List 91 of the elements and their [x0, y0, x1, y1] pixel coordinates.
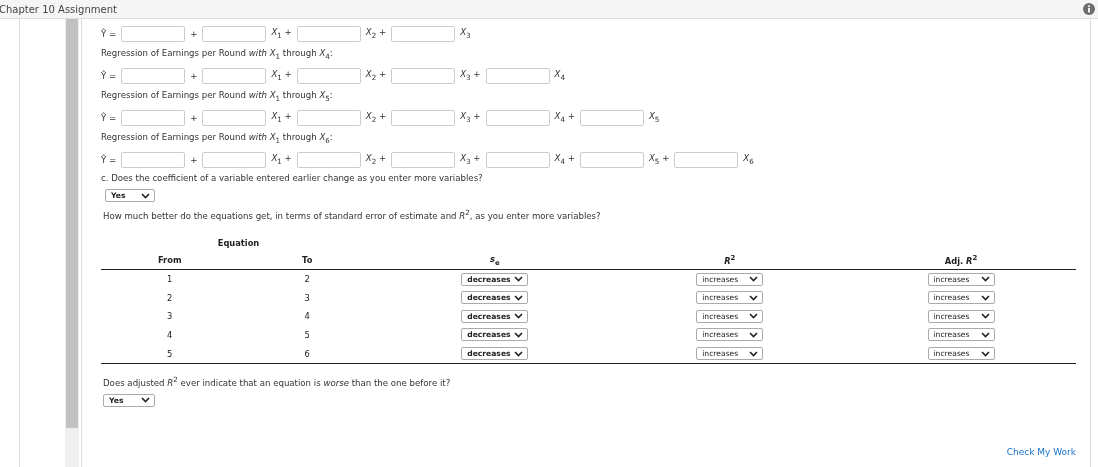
column-header: To — [238, 251, 376, 270]
chevron-icon — [514, 331, 524, 338]
regression-caption: Regression of Earnings per Round with X$_{1}$ through X$_{6}$: — [101, 132, 333, 145]
answer-field[interactable] — [579, 151, 644, 168]
answer-field[interactable] — [391, 151, 456, 168]
question-text: How much better do the equations get, in terms of standard error of estimate and R$^{2}$, as you enter more variables? — [103, 208, 602, 221]
column-header: Adj. R$^{2}$ — [846, 251, 1076, 270]
info-icon[interactable] — [1083, 3, 1095, 15]
table-cell-text: 3 — [166, 310, 174, 324]
equation-term: + — [190, 28, 198, 39]
equation-term: X$_{3}$ + — [460, 153, 481, 166]
equation-term: X$_{2}$ + — [365, 69, 387, 82]
answer-field[interactable] — [202, 25, 267, 42]
answer-field[interactable] — [121, 151, 186, 168]
assignment-title: Chapter 10 Assignment — [0, 3, 117, 15]
table-cell-text: 5 — [303, 328, 311, 342]
equation-term: X$_{3}$ + — [460, 69, 481, 82]
chevron-icon — [980, 276, 990, 283]
equation-term: X$_{4}$ + — [554, 111, 575, 124]
table-cell: 5 — [101, 344, 239, 364]
answer-field[interactable] — [296, 25, 361, 42]
equation-term: X$_{4}$ — [554, 69, 565, 82]
table-cell-text: 4 — [166, 328, 174, 342]
check-my-work-link[interactable]: Check My Work — [1006, 447, 1076, 457]
answer-field[interactable] — [391, 109, 456, 126]
chevron-icon — [980, 294, 990, 301]
chevron-icon — [980, 313, 990, 320]
equation-term: + — [190, 112, 198, 123]
table-cell-text: 3 — [303, 291, 311, 305]
equation-term: X$_{5}$ — [648, 111, 660, 124]
scrollbar[interactable] — [65, 19, 79, 467]
equation-term: + — [190, 154, 198, 165]
question-text: c. Does the coefficient of a variable entered earlier change as you enter more variables? — [101, 173, 484, 183]
chevron-icon — [980, 350, 990, 357]
answer-field[interactable] — [202, 67, 267, 84]
answer-field[interactable] — [485, 67, 550, 84]
equation-term: X$_{1}$ + — [271, 69, 292, 82]
column-header: s$_{e}$ — [376, 251, 614, 270]
column-header: R$^{2}$ — [613, 251, 846, 270]
column-group-header: Equation — [216, 237, 261, 251]
equation-term: X$_{6}$ — [743, 153, 754, 166]
equation-term: X$_{3}$ + — [460, 111, 481, 124]
equation-lead: Ŷ = — [101, 112, 117, 123]
answer-field[interactable] — [121, 25, 186, 42]
answer-field[interactable] — [485, 109, 550, 126]
answer-field[interactable] — [296, 109, 361, 126]
chevron-icon — [141, 192, 150, 199]
answer-field[interactable] — [579, 109, 644, 126]
answer-field[interactable] — [391, 67, 456, 84]
chevron-icon — [980, 331, 990, 338]
answer-field[interactable] — [202, 109, 267, 126]
answer-field[interactable] — [202, 151, 267, 168]
chevron-icon — [514, 276, 524, 283]
column-header: From — [101, 251, 239, 270]
table-cell: 2 — [238, 269, 376, 289]
chevron-icon — [749, 350, 759, 357]
answer-field[interactable] — [674, 151, 739, 168]
answer-field[interactable] — [391, 25, 456, 42]
equation-lead: Ŷ = — [101, 70, 117, 81]
answer-field[interactable] — [485, 151, 550, 168]
equation-term: X$_{1}$ + — [271, 111, 292, 124]
answer-field[interactable] — [121, 67, 186, 84]
question-text: Does adjusted R$^{2}$ ever indicate that an equation is worse than the one before it? — [103, 374, 452, 388]
equation-term: X$_{2}$ + — [365, 111, 387, 124]
equation-term: X$_{1}$ + — [271, 27, 292, 40]
answer-field[interactable] — [121, 109, 186, 126]
equation-term: X$_{3}$ — [460, 27, 471, 40]
equation-term: X$_{2}$ + — [365, 27, 387, 40]
chevron-icon — [749, 313, 759, 320]
equation-term: X$_{2}$ + — [365, 153, 387, 166]
table-cell: 6 — [238, 344, 376, 364]
chevron-icon — [749, 294, 759, 301]
chevron-icon — [514, 313, 524, 320]
chevron-icon — [141, 397, 150, 404]
chevron-icon — [514, 350, 524, 357]
table-cell-text: 4 — [303, 310, 311, 324]
chevron-icon — [514, 294, 524, 301]
regression-caption: Regression of Earnings per Round with X$_{1}$ through X$_{5}$: — [101, 90, 333, 103]
equation-lead: Ŷ = — [101, 28, 117, 39]
table-cell: 1 — [101, 269, 239, 289]
equation-term: X$_{1}$ + — [271, 153, 292, 166]
chevron-icon — [749, 276, 759, 283]
equation-term: + — [190, 70, 198, 81]
equation-lead: Ŷ = — [101, 154, 117, 165]
table-cell-text: 2 — [166, 291, 174, 305]
regression-caption: Regression of Earnings per Round with X$_{1}$ through X$_{4}$: — [101, 48, 333, 61]
equation-term: X$_{4}$ + — [554, 153, 575, 166]
answer-field[interactable] — [296, 151, 361, 168]
answer-field[interactable] — [296, 67, 361, 84]
chevron-icon — [749, 331, 759, 338]
equation-term: X$_{5}$ + — [648, 153, 670, 166]
